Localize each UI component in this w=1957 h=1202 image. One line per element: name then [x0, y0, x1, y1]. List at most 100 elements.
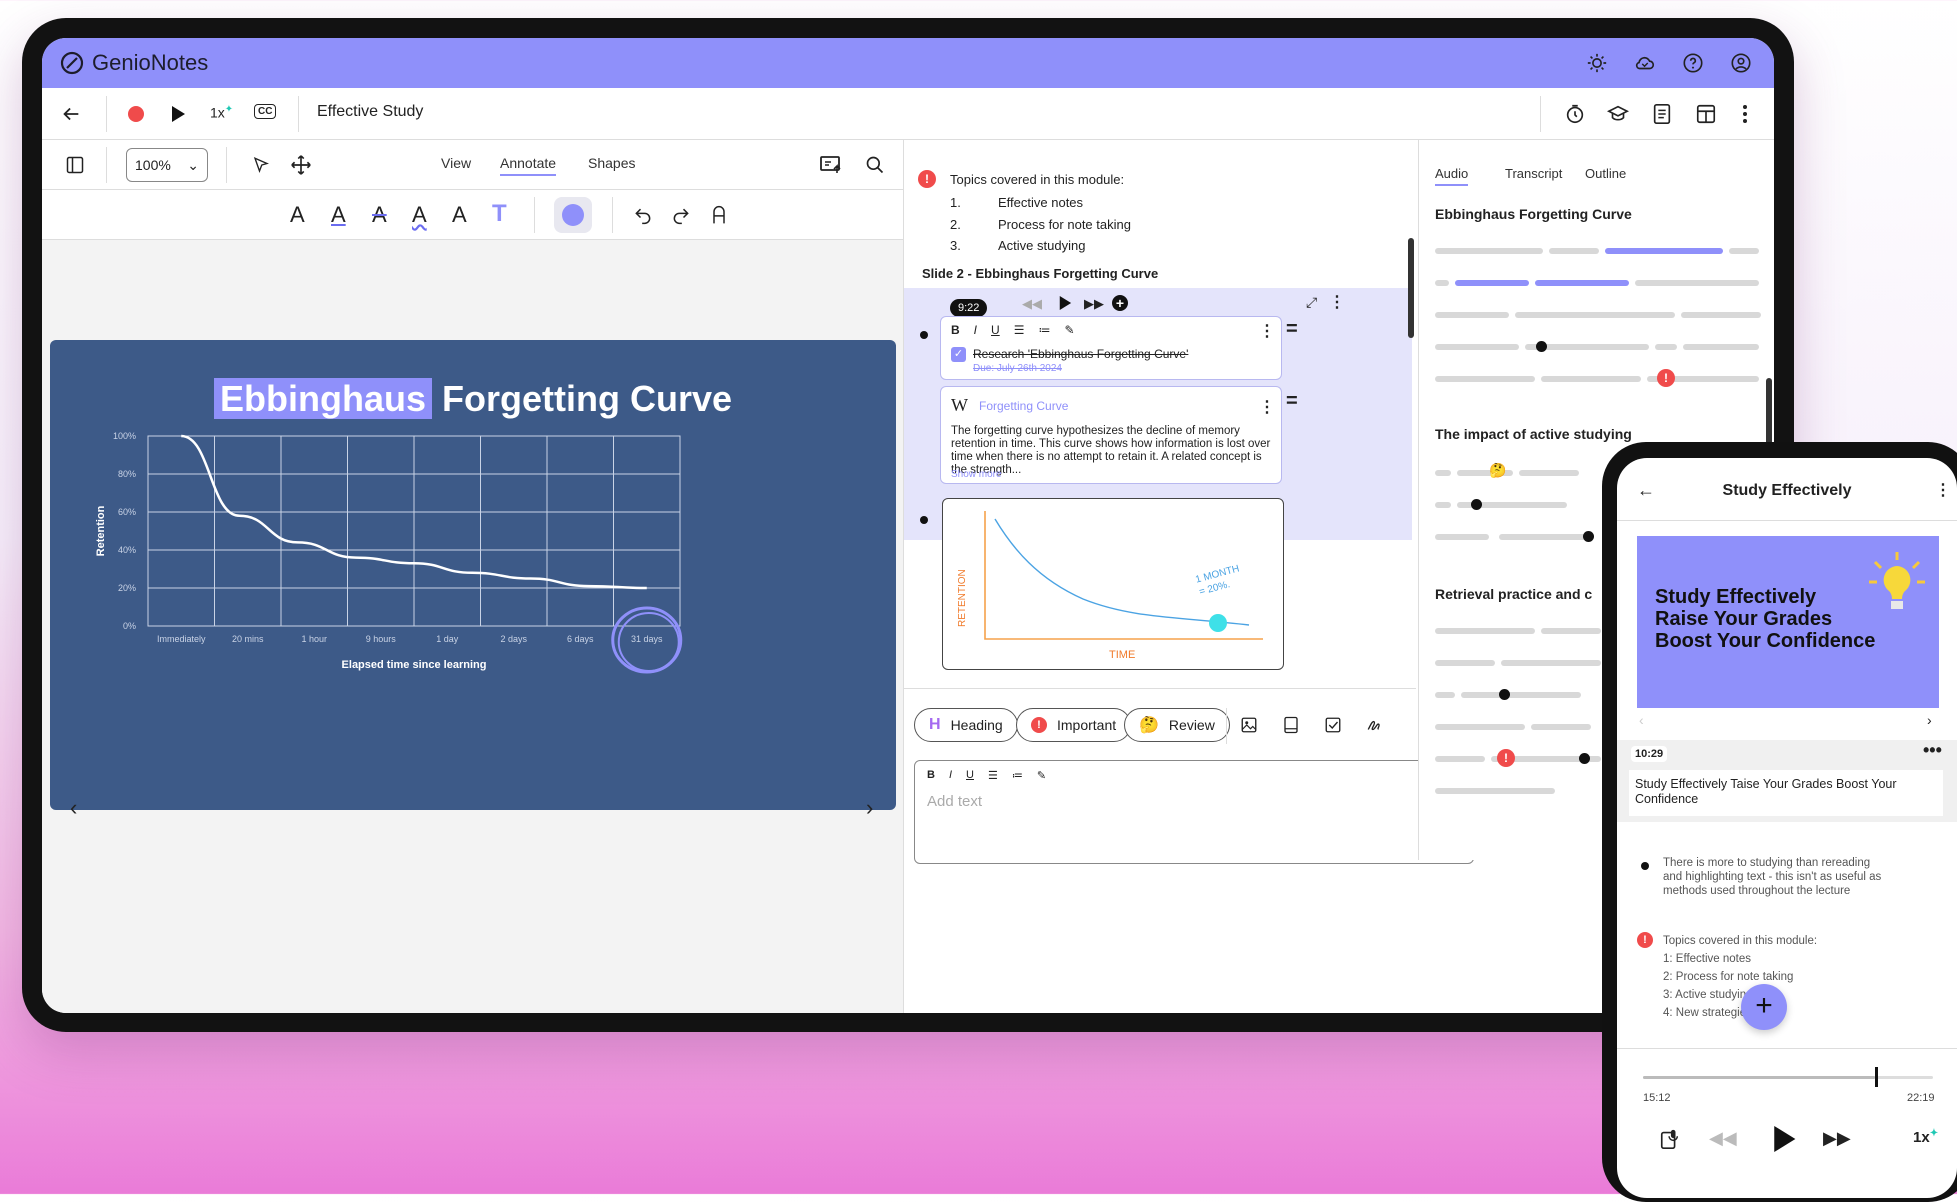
heading-tag-label: Heading — [950, 717, 1003, 733]
notes-icon[interactable] — [1649, 101, 1675, 127]
task-card[interactable]: B I U ☰ ≔ ✎ ⋮ ✓ Research 'Ebbinghaus Forgetti… — [940, 316, 1282, 380]
tab-annotate[interactable]: Annotate — [500, 155, 557, 176]
image-icon[interactable] — [1236, 712, 1262, 738]
play-icon[interactable] — [1771, 1124, 1797, 1159]
font-outline-icon[interactable]: A — [290, 202, 305, 228]
previous-slide-icon[interactable]: ‹ — [70, 795, 77, 821]
layout-icon[interactable] — [1693, 101, 1719, 127]
play-icon[interactable] — [165, 101, 191, 127]
rewind-icon[interactable]: ◀◀ — [1022, 296, 1042, 312]
bullet-list-icon[interactable]: ☰ — [988, 769, 998, 782]
tab-view[interactable]: View — [441, 155, 471, 171]
sidebar-toggle-icon[interactable] — [62, 152, 88, 178]
underline-icon[interactable]: U — [991, 323, 1000, 337]
timer-icon[interactable] — [1562, 101, 1588, 127]
new-note-editor[interactable]: B I U ☰ ≔ ✎ Add text — [914, 760, 1474, 864]
numbered-list-icon[interactable]: ≔ — [1038, 323, 1050, 337]
tab-audio[interactable]: Audio — [1435, 166, 1469, 186]
notes-scrollbar[interactable] — [1408, 238, 1414, 338]
italic-icon[interactable]: I — [949, 769, 952, 782]
hero-thumbnail[interactable]: Study Effectively Raise Your Grades Boos… — [1637, 536, 1939, 708]
back-arrow-icon[interactable] — [58, 101, 84, 127]
x-tick-label: 31 days — [631, 634, 663, 644]
play-icon[interactable] — [1058, 295, 1072, 316]
account-icon[interactable] — [1728, 50, 1754, 76]
bullet-list-icon[interactable]: ☰ — [1014, 323, 1025, 337]
rewind-icon[interactable]: ◀◀ — [1709, 1128, 1737, 1149]
record-button[interactable] — [128, 106, 144, 122]
more-vertical-icon[interactable]: ⋮ — [1259, 321, 1275, 341]
graduation-cap-icon[interactable] — [1605, 101, 1631, 127]
select-cursor-icon[interactable] — [248, 152, 274, 178]
x-axis-label: Elapsed time since learning — [342, 659, 487, 671]
expand-icon[interactable]: ⤢ — [1306, 294, 1317, 311]
y-tick-label: 100% — [113, 431, 136, 441]
move-icon[interactable] — [288, 152, 314, 178]
zoom-select[interactable]: 100% ⌄ — [126, 148, 208, 182]
important-icon: ! — [1031, 717, 1047, 733]
progress-handle[interactable] — [1875, 1067, 1878, 1087]
tablet-icon[interactable] — [1278, 712, 1304, 738]
scribble-icon[interactable] — [1362, 712, 1388, 738]
timestamp-badge[interactable]: 9:22 — [950, 299, 988, 317]
important-tag-button[interactable]: ! Important — [1016, 708, 1132, 742]
checkbox-icon[interactable] — [1320, 712, 1346, 738]
text-tool-icon[interactable]: T — [492, 200, 507, 228]
underline-icon[interactable]: U — [966, 769, 974, 782]
color-picker[interactable] — [554, 197, 592, 233]
add-circle-icon[interactable]: + — [1112, 295, 1128, 311]
more-vertical-icon[interactable]: ⋮ — [1259, 397, 1275, 417]
captions-button[interactable]: CC — [254, 104, 277, 119]
tab-shapes[interactable]: Shapes — [588, 155, 635, 171]
more-vertical-icon[interactable] — [1732, 101, 1758, 127]
sun-icon[interactable] — [1584, 50, 1610, 76]
screen-share-icon[interactable] — [818, 152, 844, 178]
wiki-title[interactable]: Forgetting Curve — [979, 399, 1068, 413]
playback-speed[interactable]: 1x✦ — [210, 104, 233, 121]
fast-forward-icon[interactable]: ▶▶ — [1823, 1128, 1851, 1149]
eraser-icon[interactable] — [706, 202, 732, 228]
voice-note-icon[interactable] — [1657, 1126, 1683, 1152]
wiki-card[interactable]: W Forgetting Curve ⋮ The forgetting curv… — [940, 386, 1282, 484]
tab-outline[interactable]: Outline — [1585, 166, 1626, 181]
heading-tag-button[interactable]: H Heading — [914, 708, 1018, 742]
next-icon[interactable]: › — [1927, 712, 1932, 728]
review-tag-button[interactable]: 🤔 Review — [1124, 708, 1230, 742]
speed-button[interactable]: 1x✦ — [1913, 1128, 1938, 1146]
font-wavy-icon[interactable]: A — [412, 202, 427, 228]
cloud-icon[interactable] — [1632, 50, 1658, 76]
bold-icon[interactable]: B — [927, 769, 935, 782]
numbered-list-icon[interactable]: ≔ — [1012, 769, 1023, 782]
drag-handle-icon[interactable]: = — [1286, 390, 1298, 413]
redo-icon[interactable] — [668, 202, 694, 228]
search-icon[interactable] — [862, 152, 888, 178]
bold-icon[interactable]: B — [951, 323, 960, 337]
fast-forward-icon[interactable]: ▶▶ — [1084, 296, 1104, 312]
highlighter-icon[interactable]: ✎ — [1064, 323, 1074, 337]
show-more-link[interactable]: Show more — [951, 469, 1002, 480]
more-vertical-icon[interactable]: ⋮ — [1329, 292, 1345, 312]
task-checkbox[interactable]: ✓ — [951, 347, 966, 362]
next-slide-icon[interactable]: › — [866, 795, 873, 821]
add-note-fab[interactable]: + — [1741, 984, 1787, 1030]
tab-transcript[interactable]: Transcript — [1505, 166, 1562, 181]
hero-line-2: Raise Your Grades — [1655, 608, 1833, 630]
sketch-card[interactable]: RETENTION TIME 1 MONTH = 20%. — [942, 498, 1284, 670]
app-logo[interactable]: GenioNotes — [60, 50, 208, 76]
highlighter-icon[interactable]: ✎ — [1037, 769, 1046, 782]
clip-title[interactable]: Study Effectively Taise Your Grades Boos… — [1629, 770, 1943, 816]
previous-icon[interactable]: ‹ — [1639, 712, 1644, 728]
more-vertical-icon[interactable]: ⋮ — [1935, 480, 1951, 500]
more-horizontal-icon[interactable]: ••• — [1923, 740, 1942, 761]
font-plain-icon[interactable]: A — [452, 202, 467, 228]
italic-icon[interactable]: I — [974, 323, 977, 337]
font-strike-icon[interactable]: A — [372, 202, 387, 228]
clip-time[interactable]: 10:29 — [1631, 746, 1668, 762]
drag-handle-icon[interactable]: = — [1286, 318, 1298, 341]
task-due-date: Due: July 26th 2024 — [973, 363, 1062, 374]
undo-icon[interactable] — [630, 202, 656, 228]
help-icon[interactable] — [1680, 50, 1706, 76]
playback-progress[interactable] — [1643, 1067, 1933, 1087]
important-marker-icon: ! — [1497, 749, 1515, 767]
font-underline-icon[interactable]: A — [331, 202, 346, 228]
